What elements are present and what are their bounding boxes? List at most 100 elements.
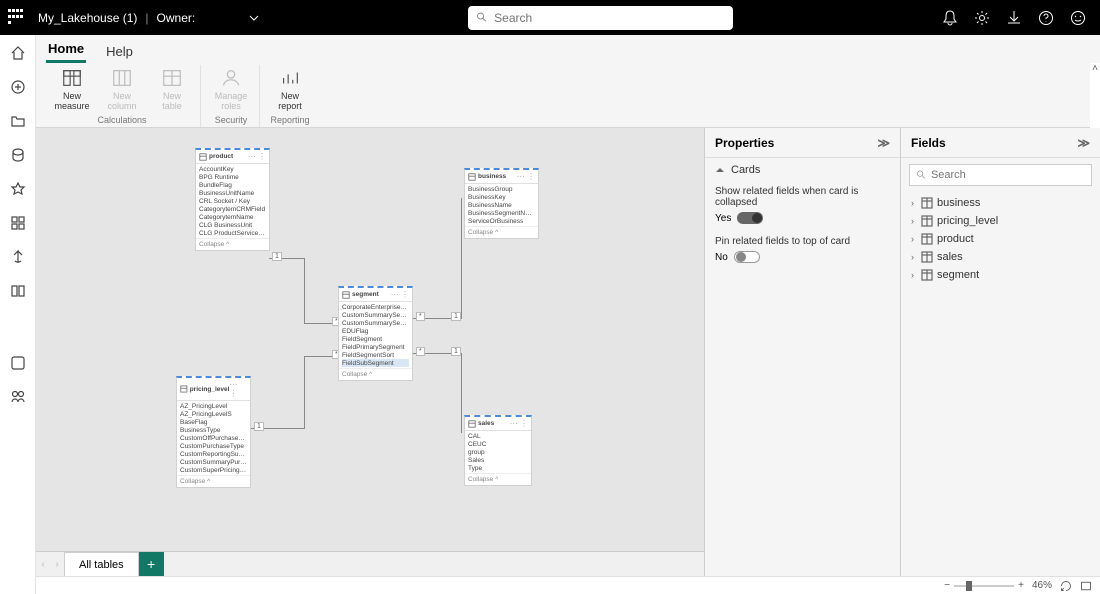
table-field[interactable]: AZ_PricingLevel: [180, 402, 247, 410]
toggle-pin-related[interactable]: [734, 251, 760, 263]
field-table-business[interactable]: ›business: [909, 194, 1092, 212]
table-menu-icon[interactable]: ⋯ ⋮: [510, 419, 528, 428]
new-report-button[interactable]: Newreport: [268, 65, 312, 115]
table-field[interactable]: BusinessUnitName: [199, 189, 266, 197]
collapse-toggle[interactable]: Collapse ^: [465, 473, 531, 485]
notifications-icon[interactable]: [942, 10, 958, 26]
table-field[interactable]: BPG Runtime: [199, 173, 266, 181]
field-table-sales[interactable]: ›sales: [909, 248, 1092, 266]
zoom-slider[interactable]: − +: [944, 580, 1024, 591]
feedback-icon[interactable]: [1070, 10, 1086, 26]
table-field[interactable]: BusinessKey: [468, 193, 535, 201]
model-diagram-area[interactable]: 1 * * 1 * 1 1 * product⋯ ⋮ AccountKeyBPG…: [36, 128, 704, 551]
browse-icon[interactable]: [10, 113, 26, 129]
app-launcher-icon[interactable]: [8, 9, 26, 27]
table-field[interactable]: CEUC: [468, 440, 528, 448]
table-field[interactable]: FieldSubSegment: [342, 359, 409, 367]
table-menu-icon[interactable]: ⋯ ⋮: [517, 172, 535, 181]
table-field[interactable]: CustomOffPurchaseType: [180, 434, 247, 442]
onelake-icon[interactable]: [10, 147, 26, 163]
table-field[interactable]: BusinessType: [180, 426, 247, 434]
table-field[interactable]: EDUFlag: [342, 327, 409, 335]
field-table-segment[interactable]: ›segment: [909, 266, 1092, 284]
table-field[interactable]: CorporateEnterpriseFlag: [342, 303, 409, 311]
toggle-show-related[interactable]: [737, 212, 763, 224]
learn-icon[interactable]: [10, 283, 26, 299]
table-field[interactable]: CustomSummarySegment: [342, 319, 409, 327]
workspaces-list-icon[interactable]: [10, 389, 26, 405]
table-field[interactable]: CAL: [468, 432, 528, 440]
collapse-panel-icon[interactable]: ≫: [1077, 136, 1090, 150]
table-field[interactable]: AccountKey: [199, 165, 266, 173]
table-field[interactable]: BusinessGroup: [468, 185, 535, 193]
zoom-out-button[interactable]: −: [944, 580, 950, 591]
table-field[interactable]: CustomReportingSummaryPurcha: [180, 450, 247, 458]
table-card-product[interactable]: product⋯ ⋮ AccountKeyBPG RuntimeBundleFl…: [195, 148, 270, 251]
collapse-toggle[interactable]: Collapse ^: [339, 368, 412, 380]
workspace-title[interactable]: My_Lakehouse (1): [38, 11, 137, 25]
table-field[interactable]: CustomPurchaseType: [180, 442, 247, 450]
zoom-in-button[interactable]: +: [1018, 580, 1024, 591]
tab-home[interactable]: Home: [46, 37, 86, 63]
field-table-product[interactable]: ›product: [909, 230, 1092, 248]
table-field[interactable]: CustomSummarySector: [342, 311, 409, 319]
deploy-icon[interactable]: [10, 249, 26, 265]
fit-to-screen-icon[interactable]: [1060, 580, 1072, 592]
metrics-icon[interactable]: [10, 181, 26, 197]
table-field[interactable]: BundleFlag: [199, 181, 266, 189]
table-field[interactable]: BaseFlag: [180, 418, 247, 426]
table-field[interactable]: Sales: [468, 456, 528, 464]
help-icon[interactable]: [1038, 10, 1054, 26]
new-column-button[interactable]: Newcolumn: [100, 65, 144, 115]
settings-icon[interactable]: [974, 10, 990, 26]
table-field[interactable]: FieldPrimarySegment: [342, 343, 409, 351]
new-table-button[interactable]: Newtable: [150, 65, 194, 115]
properties-section-cards[interactable]: Cards: [705, 158, 900, 182]
table-field[interactable]: CategorytemName: [199, 213, 266, 221]
table-field[interactable]: FieldSegmentSort: [342, 351, 409, 359]
table-field[interactable]: group: [468, 448, 528, 456]
search-input[interactable]: [494, 11, 725, 25]
table-field[interactable]: FieldSegment: [342, 335, 409, 343]
owner-dropdown[interactable]: Owner:: [157, 11, 260, 25]
tab-prev-icon[interactable]: ‹: [36, 559, 50, 570]
table-field[interactable]: Type: [468, 464, 528, 472]
ribbon-collapse-icon[interactable]: ˄: [1092, 63, 1098, 74]
table-menu-icon[interactable]: ⋯ ⋮: [391, 290, 409, 299]
table-field[interactable]: CRL Socket / Key: [199, 197, 266, 205]
fields-search-input[interactable]: [931, 169, 1085, 181]
table-card-segment[interactable]: segment⋯ ⋮ CorporateEnterpriseFlagCustom…: [338, 286, 413, 381]
table-field[interactable]: CLG ProductServiceBundleDevice: [199, 229, 266, 237]
tab-help[interactable]: Help: [104, 40, 135, 63]
table-field[interactable]: CLG BusinessUnit: [199, 221, 266, 229]
download-icon[interactable]: [1006, 10, 1022, 26]
new-measure-button[interactable]: Newmeasure: [50, 65, 94, 115]
global-search[interactable]: [468, 6, 733, 30]
collapse-toggle[interactable]: Collapse ^: [177, 475, 250, 487]
table-menu-icon[interactable]: ⋯ ⋮: [248, 152, 266, 161]
full-screen-icon[interactable]: [1080, 580, 1092, 592]
table-card-sales[interactable]: sales⋯ ⋮ CALCEUCgroupSalesType Collapse …: [464, 415, 532, 486]
collapse-panel-icon[interactable]: ≫: [877, 136, 890, 150]
apps-icon[interactable]: [10, 215, 26, 231]
table-field[interactable]: BusinessSegmentName: [468, 209, 535, 217]
table-field[interactable]: BusinessName: [468, 201, 535, 209]
collapse-toggle[interactable]: Collapse ^: [196, 238, 269, 250]
table-card-business[interactable]: business⋯ ⋮ BusinessGroupBusinessKeyBusi…: [464, 168, 539, 239]
home-icon[interactable]: [10, 45, 26, 61]
layout-tab-all-tables[interactable]: All tables: [64, 552, 139, 576]
workspace-icon[interactable]: [10, 355, 26, 371]
table-field[interactable]: CustomSummaryPurchaseType: [180, 458, 247, 466]
fields-search[interactable]: [909, 164, 1092, 186]
manage-roles-button[interactable]: Manageroles: [209, 65, 253, 115]
table-menu-icon[interactable]: ⋯ ⋮: [229, 380, 247, 398]
table-field[interactable]: CustomSuperPricingLevel: [180, 466, 247, 474]
add-layout-tab-button[interactable]: +: [139, 552, 164, 577]
tab-next-icon[interactable]: ›: [50, 559, 64, 570]
table-field[interactable]: ServiceOrBusiness: [468, 217, 535, 225]
table-field[interactable]: CategorytemCRMField: [199, 205, 266, 213]
table-field[interactable]: AZ_PricingLevelS: [180, 410, 247, 418]
field-table-pricing_level[interactable]: ›pricing_level: [909, 212, 1092, 230]
collapse-toggle[interactable]: Collapse ^: [465, 226, 538, 238]
table-card-pricing-level[interactable]: pricing_level⋯ ⋮ AZ_PricingLevelAZ_Prici…: [176, 376, 251, 488]
